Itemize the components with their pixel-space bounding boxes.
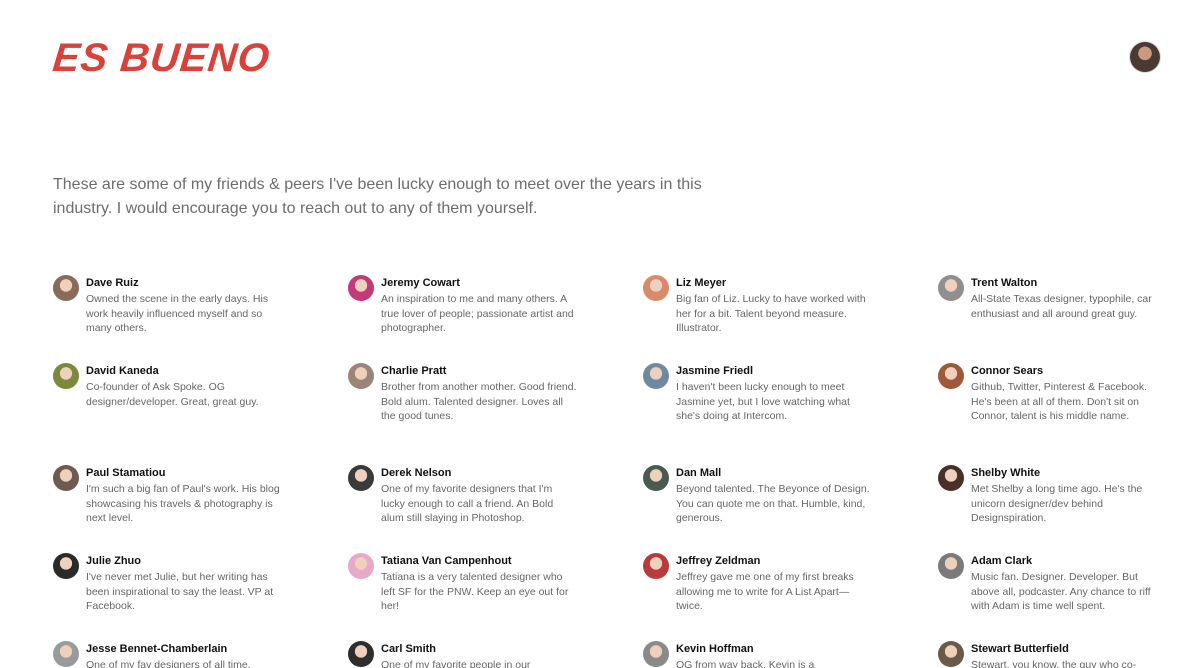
person-name[interactable]: Jasmine Friedl bbox=[676, 364, 873, 378]
person-name[interactable]: Liz Meyer bbox=[676, 276, 873, 290]
person-bio: Tatiana is a very talented designer who … bbox=[381, 571, 569, 612]
person-name[interactable]: Connor Sears bbox=[971, 364, 1168, 378]
site-logo[interactable]: ES BUENO bbox=[51, 36, 273, 81]
intro-text: These are some of my friends & peers I'v… bbox=[53, 176, 702, 217]
person-avatar[interactable] bbox=[348, 465, 374, 491]
person-bio: I'm such a big fan of Paul's work. His b… bbox=[86, 483, 280, 524]
person-card: Adam Clark Music fan. Designer. Developer… bbox=[938, 553, 1168, 614]
person-avatar[interactable] bbox=[643, 553, 669, 579]
person-card: Julie Zhuo I've never met Julie, but her … bbox=[53, 553, 283, 614]
person-avatar[interactable] bbox=[348, 363, 374, 389]
person-name[interactable]: Dave Ruiz bbox=[86, 276, 283, 290]
person-name[interactable]: Derek Nelson bbox=[381, 466, 578, 480]
person-bio: Brother from another mother. Good friend… bbox=[381, 381, 577, 422]
person-avatar[interactable] bbox=[938, 553, 964, 579]
person-avatar[interactable] bbox=[53, 363, 79, 389]
person-bio: An inspiration to me and many others. A … bbox=[381, 293, 574, 334]
person-bio: One of my favorite designers that I'm lu… bbox=[381, 483, 554, 524]
person-name[interactable]: Tatiana Van Campenhout bbox=[381, 554, 578, 568]
person-name[interactable]: Shelby White bbox=[971, 466, 1168, 480]
person-name[interactable]: Charlie Pratt bbox=[381, 364, 578, 378]
person-bio: All-State Texas designer, typophile, car… bbox=[971, 293, 1152, 320]
person-bio: Music fan. Designer. Developer. But abov… bbox=[971, 571, 1151, 612]
person-name[interactable]: Adam Clark bbox=[971, 554, 1168, 568]
person-avatar[interactable] bbox=[938, 275, 964, 301]
person-name[interactable]: Jeffrey Zeldman bbox=[676, 554, 873, 568]
person-bio: OG from way back. Kevin is a bbox=[676, 659, 815, 668]
person-avatar[interactable] bbox=[643, 641, 669, 667]
person-bio: I've never met Julie, but her writing ha… bbox=[86, 571, 274, 612]
person-bio: Github, Twitter, Pinterest & Facebook. H… bbox=[971, 381, 1148, 422]
person-avatar[interactable] bbox=[53, 641, 79, 667]
person-bio: Met Shelby a long time ago. He's the uni… bbox=[971, 483, 1143, 524]
person-avatar[interactable] bbox=[348, 553, 374, 579]
person-name[interactable]: Carl Smith bbox=[381, 642, 578, 656]
person-avatar[interactable] bbox=[348, 641, 374, 667]
person-avatar[interactable] bbox=[643, 465, 669, 491]
person-avatar[interactable] bbox=[938, 363, 964, 389]
person-name[interactable]: David Kaneda bbox=[86, 364, 283, 378]
person-bio: Owned the scene in the early days. His w… bbox=[86, 293, 269, 334]
person-card: Dan Mall Beyond talented. The Beyonce of … bbox=[643, 465, 873, 526]
person-name[interactable]: Trent Walton bbox=[971, 276, 1168, 290]
person-card: Carl Smith One of my favorite people in o… bbox=[348, 641, 578, 668]
person-name[interactable]: Stewart Butterfield bbox=[971, 642, 1168, 656]
person-avatar[interactable] bbox=[643, 363, 669, 389]
person-avatar[interactable] bbox=[938, 465, 964, 491]
person-card: Tatiana Van Campenhout Tatiana is a very … bbox=[348, 553, 578, 614]
person-card: Stewart Butterfield Stewart, you know, th… bbox=[938, 641, 1168, 668]
person-bio: I haven't been lucky enough to meet Jasm… bbox=[676, 381, 850, 422]
person-bio: Beyond talented. The Beyonce of Design. … bbox=[676, 483, 870, 524]
person-card: Shelby White Met Shelby a long time ago. … bbox=[938, 465, 1168, 526]
person-bio: Stewart, you know, the guy who co- bbox=[971, 659, 1137, 668]
person-name[interactable]: Jeremy Cowart bbox=[381, 276, 578, 290]
person-name[interactable]: Jesse Bennet-Chamberlain bbox=[86, 642, 283, 656]
person-avatar[interactable] bbox=[53, 275, 79, 301]
person-card: Liz Meyer Big fan of Liz. Lucky to have w… bbox=[643, 275, 873, 336]
person-avatar[interactable] bbox=[643, 275, 669, 301]
person-card: Derek Nelson One of my favorite designers… bbox=[348, 465, 578, 526]
person-avatar[interactable] bbox=[348, 275, 374, 301]
person-avatar[interactable] bbox=[53, 465, 79, 491]
person-name[interactable]: Kevin Hoffman bbox=[676, 642, 873, 656]
person-avatar[interactable] bbox=[53, 553, 79, 579]
person-avatar[interactable] bbox=[938, 641, 964, 667]
person-bio: Jeffrey gave me one of my first breaks a… bbox=[676, 571, 854, 612]
person-card: David Kaneda Co-founder of Ask Spoke. OG … bbox=[53, 363, 283, 409]
person-bio: Big fan of Liz. Lucky to have worked wit… bbox=[676, 293, 866, 334]
person-name[interactable]: Dan Mall bbox=[676, 466, 873, 480]
person-card: Jeremy Cowart An inspiration to me and ma… bbox=[348, 275, 578, 336]
person-bio: One of my favorite people in our bbox=[381, 659, 531, 668]
person-name[interactable]: Julie Zhuo bbox=[86, 554, 283, 568]
person-card: Trent Walton All-State Texas designer, ty… bbox=[938, 275, 1168, 321]
profile-avatar[interactable] bbox=[1130, 42, 1160, 72]
person-card: Jeffrey Zeldman Jeffrey gave me one of my… bbox=[643, 553, 873, 614]
person-card: Charlie Pratt Brother from another mother… bbox=[348, 363, 578, 424]
person-card: Connor Sears Github, Twitter, Pinterest &… bbox=[938, 363, 1168, 424]
person-bio: One of my fav designers of all time. bbox=[86, 659, 251, 668]
person-card: Jesse Bennet-Chamberlain One of my fav de… bbox=[53, 641, 283, 668]
person-card: Paul Stamatiou I'm such a big fan of Paul… bbox=[53, 465, 283, 526]
person-card: Jasmine Friedl I haven't been lucky enoug… bbox=[643, 363, 873, 424]
person-name[interactable]: Paul Stamatiou bbox=[86, 466, 283, 480]
person-card: Dave Ruiz Owned the scene in the early da… bbox=[53, 275, 283, 336]
person-bio: Co-founder of Ask Spoke. OG designer/dev… bbox=[86, 381, 259, 408]
person-card: Kevin Hoffman OG from way back. Kevin is … bbox=[643, 641, 873, 668]
